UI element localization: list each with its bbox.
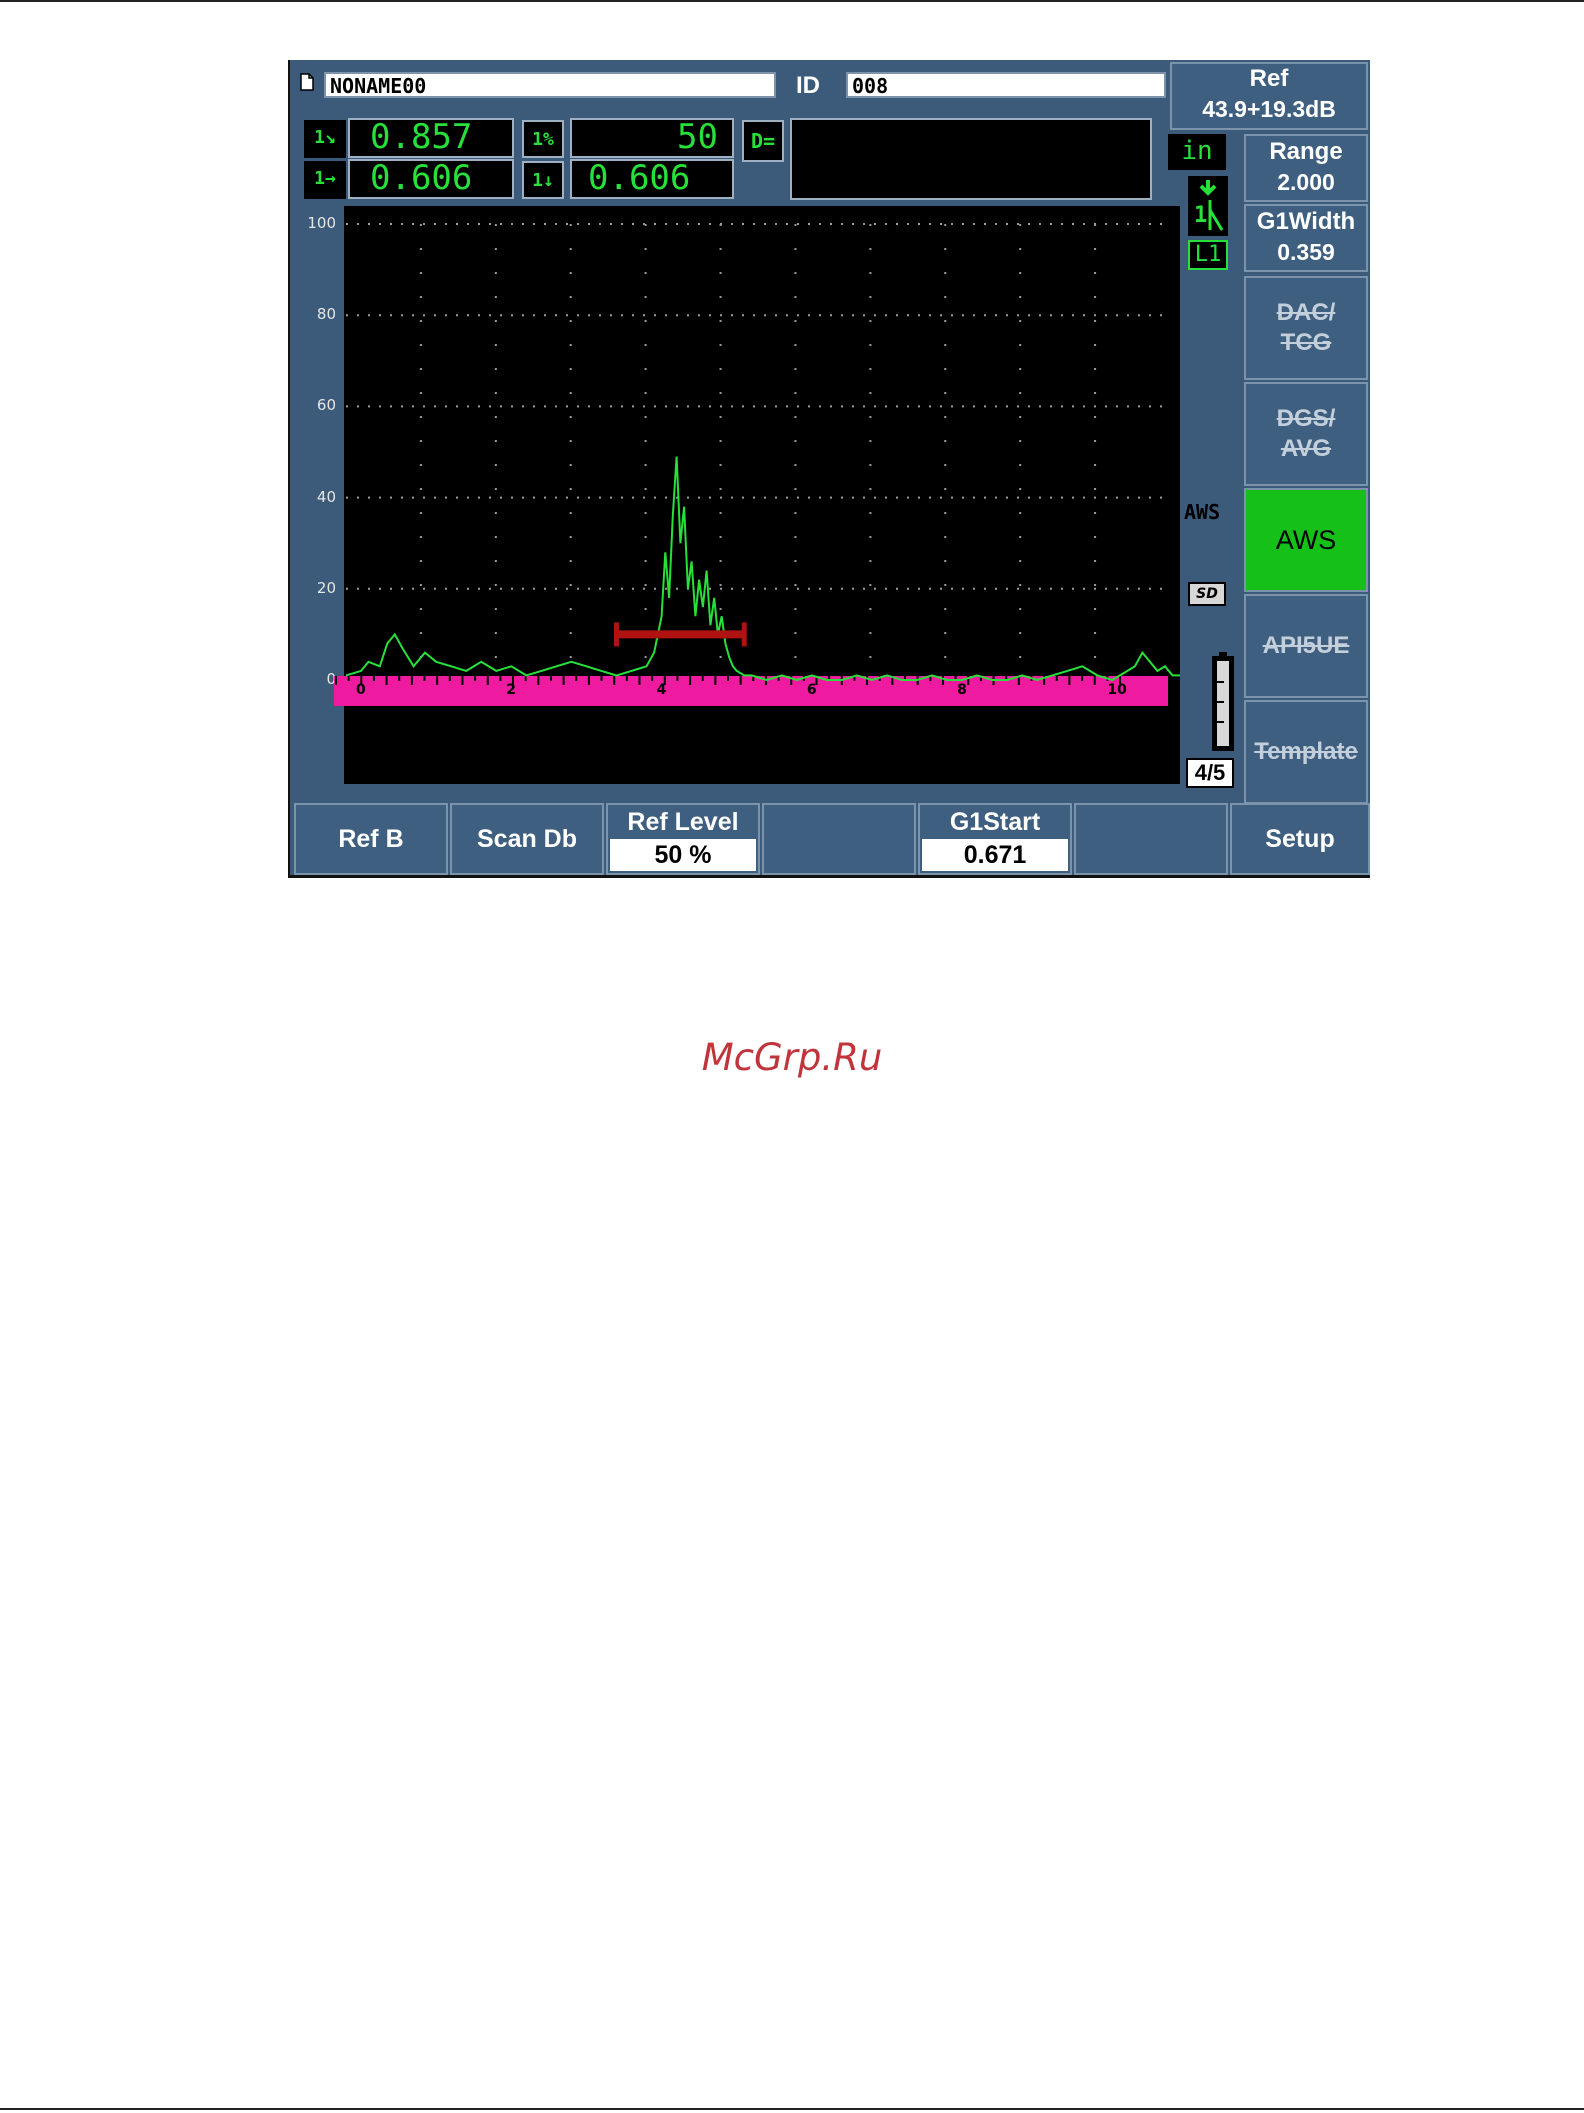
reading-1-value: 0.857	[348, 118, 514, 158]
ref-label: Ref	[1249, 65, 1289, 92]
amplitude-percent-label: 1%	[532, 129, 554, 150]
page-top-rule	[0, 0, 1584, 2]
probe-leg-icon: 1	[1188, 176, 1228, 236]
reading-2-value: 0.606	[348, 159, 514, 199]
a-scan-chart: 100 80 60 40 20 0 0 2 4 6 8 10	[290, 206, 1180, 806]
d-label: D=	[742, 120, 784, 162]
file-icon	[300, 73, 314, 91]
amplitude-percent-icon: 1%	[522, 120, 564, 158]
ref-level-value: 50 %	[610, 839, 756, 871]
file-name-field[interactable]: NONAME00	[324, 72, 776, 98]
instrument-screen: NONAME00 ID 008 Ref 43.9+19.3dB 1↘ 0.857…	[288, 60, 1370, 878]
g1start-value: 0.671	[922, 839, 1068, 871]
aws-mode-indicator: AWS	[1184, 500, 1221, 524]
reading-4-value: 0.606	[570, 159, 734, 199]
reading-4-text: 0.606	[588, 158, 691, 198]
setup-button[interactable]: Setup	[1230, 803, 1370, 875]
dgs-avg-line2: AVG	[1280, 435, 1332, 462]
api5ue-label: API5UE	[1262, 632, 1350, 659]
units-indicator: in	[1168, 134, 1226, 170]
sd-card-label: SD	[1196, 586, 1218, 602]
range-value: 2.000	[1277, 169, 1335, 195]
aws-button[interactable]: AWS	[1244, 488, 1368, 592]
sound-path-icon: 1→	[304, 161, 346, 199]
empty-softkey-6[interactable]	[1074, 803, 1228, 875]
battery-icon	[1212, 652, 1234, 752]
range-button[interactable]: Range 2.000	[1244, 134, 1368, 202]
reading-3-value: 50	[570, 118, 734, 158]
scan-db-label: Scan Db	[476, 825, 578, 853]
g1width-label: G1Width	[1256, 208, 1356, 235]
template-button[interactable]: Template	[1244, 700, 1368, 804]
id-field[interactable]: 008	[846, 72, 1166, 98]
svg-text:1: 1	[1194, 203, 1207, 228]
g1width-button[interactable]: G1Width 0.359	[1244, 204, 1368, 272]
reading-1-text: 0.857	[370, 117, 473, 157]
ref-value: 43.9+19.3dB	[1202, 96, 1336, 122]
g1width-value: 0.359	[1277, 239, 1335, 265]
g1start-button[interactable]: G1Start 0.671	[918, 803, 1072, 875]
template-label: Template	[1254, 738, 1358, 765]
depth-icon: 1↓	[522, 161, 564, 199]
reading-2-text: 0.606	[370, 158, 473, 198]
ref-gain-display[interactable]: Ref 43.9+19.3dB	[1170, 62, 1368, 130]
dgs-avg-line1: DGS/	[1276, 405, 1336, 432]
dgs-avg-button[interactable]: DGS/ AVG	[1244, 382, 1368, 486]
leg-indicator: L1	[1188, 240, 1228, 270]
empty-softkey-4[interactable]	[762, 803, 916, 875]
a-scan-plot[interactable]	[290, 206, 1180, 806]
peak-amplitude-icon: 1↘	[304, 120, 346, 158]
page-indicator: 4/5	[1186, 758, 1234, 788]
scan-db-button[interactable]: Scan Db	[450, 803, 604, 875]
dac-tcg-button[interactable]: DAC/ TCG	[1244, 276, 1368, 380]
dac-tcg-line1: DAC/	[1276, 299, 1336, 326]
message-area	[790, 118, 1152, 200]
x-tick-label: 2	[506, 682, 517, 698]
range-label: Range	[1269, 138, 1343, 165]
x-tick-label: 8	[957, 682, 967, 698]
api5ue-button[interactable]: API5UE	[1244, 594, 1368, 698]
page-bottom-rule	[0, 2108, 1584, 2110]
x-tick-label: 0	[356, 682, 366, 698]
setup-label: Setup	[1265, 825, 1335, 853]
g1start-label: G1Start	[949, 808, 1041, 836]
aws-button-label: AWS	[1275, 525, 1337, 555]
watermark-text: McGrp.Ru	[701, 1036, 883, 1079]
x-tick-label: 6	[806, 682, 817, 698]
dac-tcg-line2: TCG	[1280, 329, 1332, 356]
ref-level-label: Ref Level	[627, 808, 739, 836]
ref-b-label: Ref B	[338, 825, 404, 853]
x-tick-label: 4	[656, 682, 667, 698]
sd-card-icon: SD	[1188, 582, 1226, 606]
id-label: ID	[796, 72, 820, 99]
ref-level-button[interactable]: Ref Level 50 %	[606, 803, 760, 875]
reading-3-text: 50	[677, 117, 718, 157]
x-tick-label: 10	[1107, 682, 1127, 698]
ruler-bar	[334, 676, 1168, 706]
ref-b-button[interactable]: Ref B	[294, 803, 448, 875]
